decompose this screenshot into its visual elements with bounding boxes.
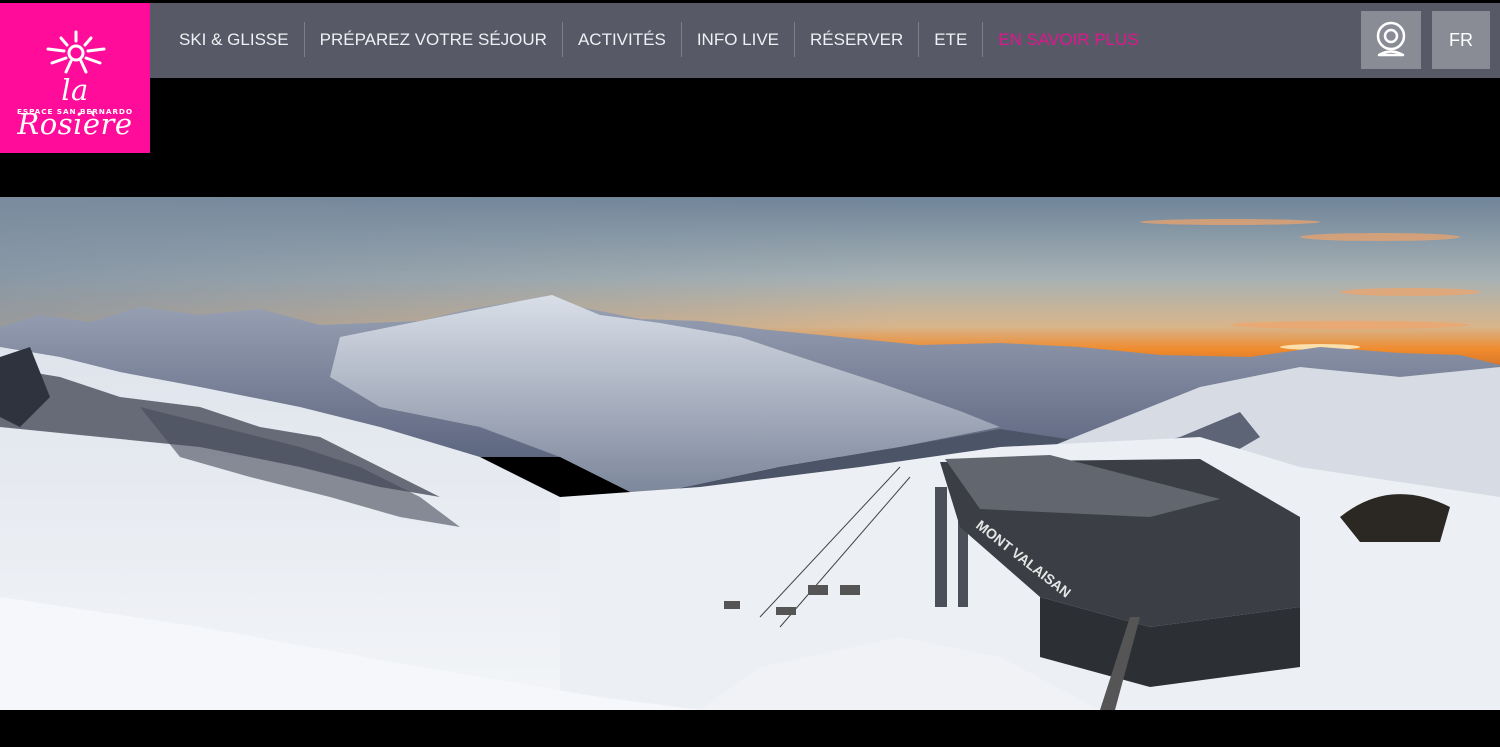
webcam-panorama: MONT VALAISAN — [0, 197, 1500, 710]
nav-item-preparez-sejour[interactable]: PRÉPAREZ VOTRE SÉJOUR — [303, 22, 562, 57]
main-nav: SKI & GLISSE PRÉPAREZ VOTRE SÉJOUR ACTIV… — [164, 22, 1154, 57]
logo-subtitle: ESPACE SAN BERNARDO — [17, 107, 133, 116]
nav-item-activites[interactable]: ACTIVITÉS — [561, 22, 681, 57]
sun-icon — [46, 30, 106, 74]
nav-item-reserver[interactable]: RÉSERVER — [794, 22, 918, 57]
site-logo[interactable]: la Rosière ESPACE SAN BERNARDO — [0, 3, 150, 153]
webcam-icon — [1376, 21, 1406, 57]
webcam-button[interactable] — [1361, 11, 1421, 69]
nav-item-info-live[interactable]: INFO LIVE — [680, 22, 794, 57]
nav-item-ete[interactable]: ETE — [918, 22, 982, 57]
nav-item-ski-glisse[interactable]: SKI & GLISSE — [164, 22, 304, 57]
nav-item-en-savoir-plus[interactable]: EN SAVOIR PLUS — [982, 22, 1153, 57]
language-selector[interactable]: FR — [1432, 11, 1490, 69]
